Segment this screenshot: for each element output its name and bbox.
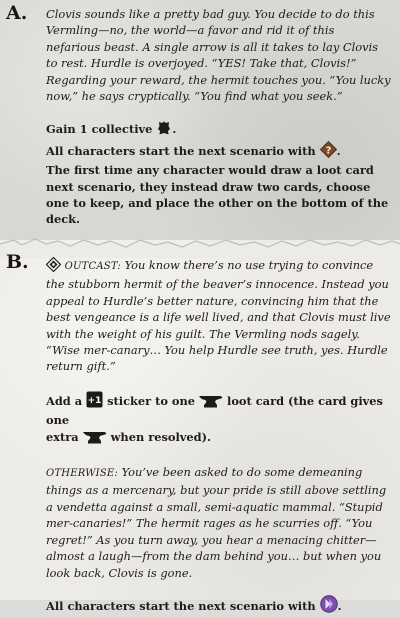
- otherwise-label: OTHERWISE:: [46, 468, 118, 480]
- add-extra: extra: [46, 429, 79, 444]
- loot-rule-text: The first time any character would draw …: [46, 163, 389, 227]
- start-scenario-line-b: All characters start the next scenario w…: [46, 595, 392, 617]
- plus-one-sticker-icon: +1: [86, 391, 103, 412]
- add-middle: sticker to one: [107, 393, 196, 408]
- gain-collective-period: .: [172, 122, 177, 137]
- otherwise-text: You’ve been asked to do some demeaning t…: [46, 465, 387, 580]
- sticker-label: +1: [88, 396, 102, 406]
- section-a-narrative: Clovis sounds like a pretty bad guy. You…: [46, 7, 391, 104]
- start-scenario-period-b: .: [337, 598, 342, 613]
- section-b-letter: B.: [6, 251, 29, 273]
- gain-collective-line: Gain 1 collective .: [46, 120, 392, 140]
- outcast-class-icon: [45, 256, 62, 276]
- add-prefix: Add a: [46, 393, 83, 408]
- start-scenario-line-a: All characters start the next scenario w…: [46, 140, 392, 162]
- gain-collective-text: Gain 1 collective: [46, 122, 153, 137]
- anvil-icon: [199, 395, 223, 412]
- section-b-body: OUTCAST: You know there’s no use trying …: [45, 256, 392, 617]
- outcast-paragraph: OUTCAST: You know there’s no use trying …: [45, 256, 392, 375]
- section-a-letter: A.: [6, 2, 28, 24]
- curse-card-icon: [319, 595, 338, 617]
- add-sticker-line: Add a +1 sticker to one loot card (the c…: [46, 391, 392, 448]
- outcast-label: OUTCAST:: [64, 261, 121, 272]
- start-scenario-text-a: All characters start the next scenario w…: [46, 143, 316, 158]
- start-scenario-text-b: All characters start the next scenario w…: [46, 598, 316, 613]
- start-scenario-period-a: .: [336, 143, 341, 158]
- torn-paper-edge: [0, 238, 400, 258]
- section-a-body: Clovis sounds like a pretty bad guy. You…: [46, 6, 392, 228]
- hide-resource-icon: [156, 120, 172, 140]
- outcast-text: You know there’s no use trying to convin…: [46, 258, 391, 374]
- otherwise-paragraph: OTHERWISE: You’ve been asked to do some …: [46, 464, 392, 581]
- loot-question-icon: ?: [319, 140, 337, 162]
- svg-text:?: ?: [325, 145, 331, 156]
- anvil-icon: [82, 431, 107, 448]
- add-suffix-2: when resolved).: [110, 429, 211, 444]
